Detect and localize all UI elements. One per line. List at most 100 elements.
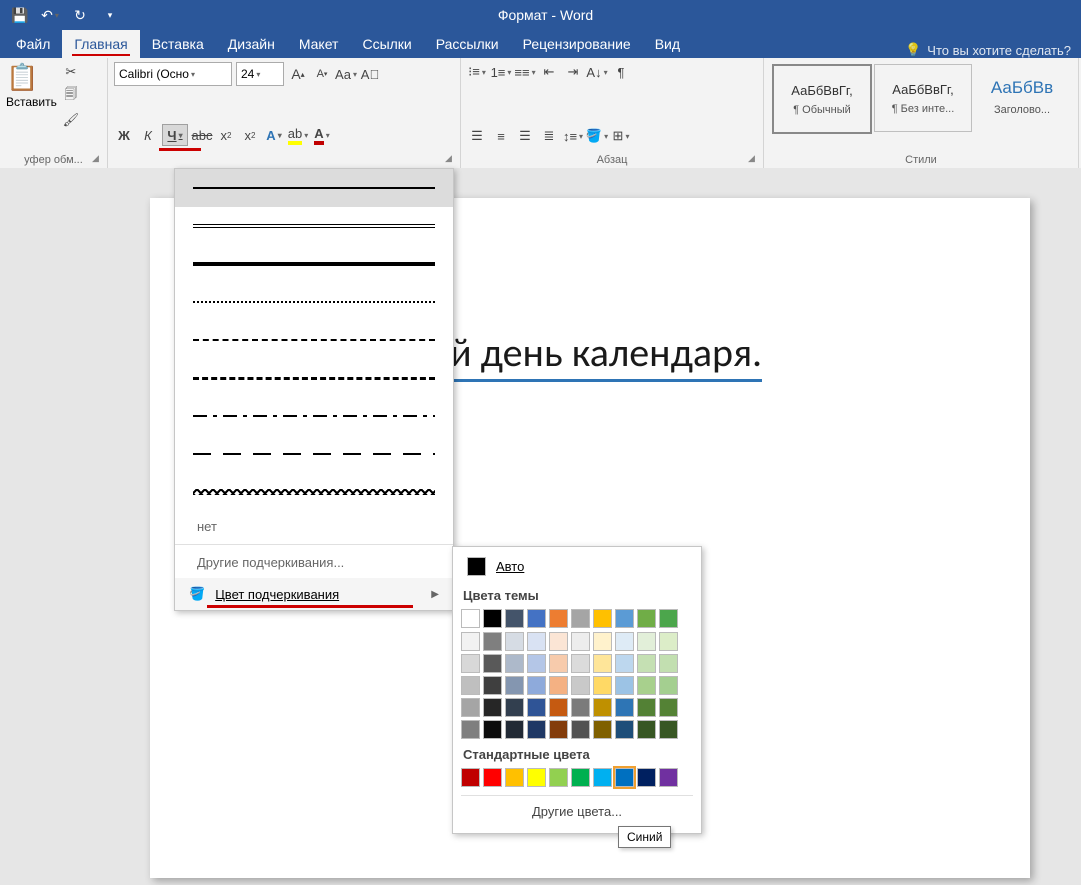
color-swatch[interactable] (615, 698, 634, 717)
color-swatch[interactable] (527, 720, 546, 739)
tab-home[interactable]: Главная (62, 30, 139, 58)
paragraph-dialog-launcher[interactable]: ◢ (748, 153, 760, 165)
underline-dash-short[interactable] (175, 435, 453, 473)
copy-icon[interactable]: 🗐 (61, 86, 81, 106)
change-case-icon[interactable]: Aa (336, 64, 356, 84)
tab-mailings[interactable]: Рассылки (424, 30, 511, 58)
qat-customize-icon[interactable]: ▾ (98, 3, 122, 27)
underline-button[interactable]: Ч (162, 124, 188, 146)
show-marks-icon[interactable]: ¶ (611, 62, 631, 82)
highlight-color-icon[interactable]: ab (288, 125, 308, 145)
underline-single[interactable] (175, 169, 453, 207)
color-swatch[interactable] (659, 654, 678, 673)
bullets-icon[interactable]: ⁝≡ (467, 62, 487, 82)
align-right-icon[interactable]: ☰ (515, 126, 535, 146)
color-swatch[interactable] (461, 676, 480, 695)
subscript-button[interactable]: x2 (216, 125, 236, 145)
redo-icon[interactable]: ↻ (68, 3, 92, 27)
strikethrough-button[interactable]: abc (192, 125, 212, 145)
color-swatch[interactable] (615, 632, 634, 651)
underline-wavy[interactable] (175, 473, 453, 511)
color-swatch[interactable] (549, 768, 568, 787)
font-dialog-launcher[interactable]: ◢ (445, 153, 457, 165)
multilevel-list-icon[interactable]: ≡≡ (515, 62, 535, 82)
style-no-spacing[interactable]: АаБбВвГг, ¶ Без инте... (874, 64, 972, 132)
color-swatch[interactable] (483, 632, 502, 651)
color-swatch[interactable] (571, 654, 590, 673)
color-swatch[interactable] (461, 654, 480, 673)
underline-none[interactable]: нет (175, 511, 453, 542)
color-swatch[interactable] (461, 632, 480, 651)
superscript-button[interactable]: x2 (240, 125, 260, 145)
color-swatch[interactable] (571, 720, 590, 739)
color-swatch[interactable] (615, 609, 634, 628)
tab-view[interactable]: Вид (643, 30, 692, 58)
color-swatch[interactable] (637, 654, 656, 673)
color-swatch[interactable] (571, 632, 590, 651)
line-spacing-icon[interactable]: ↕≡ (563, 126, 583, 146)
color-swatch[interactable] (637, 720, 656, 739)
underline-more[interactable]: Другие подчеркивания... (175, 547, 453, 578)
underline-dotted[interactable] (175, 283, 453, 321)
clear-formatting-icon[interactable]: A⃠ (360, 64, 380, 84)
color-swatch[interactable] (483, 720, 502, 739)
grow-font-icon[interactable]: A▴ (288, 64, 308, 84)
color-swatch[interactable] (505, 698, 524, 717)
color-swatch[interactable] (549, 720, 568, 739)
align-left-icon[interactable]: ☰ (467, 126, 487, 146)
color-swatch[interactable] (527, 654, 546, 673)
color-swatch[interactable] (593, 720, 612, 739)
color-swatch[interactable] (637, 698, 656, 717)
color-swatch[interactable] (461, 768, 480, 787)
color-swatch[interactable] (593, 609, 612, 628)
tab-review[interactable]: Рецензирование (511, 30, 643, 58)
color-swatch[interactable] (505, 654, 524, 673)
color-swatch[interactable] (527, 698, 546, 717)
increase-indent-icon[interactable]: ⇥ (563, 62, 583, 82)
shading-icon[interactable]: 🪣 (587, 126, 607, 146)
save-icon[interactable]: 💾 (8, 3, 32, 27)
color-swatch[interactable] (483, 768, 502, 787)
font-name-combo[interactable]: Calibri (Осно (114, 62, 232, 86)
font-size-combo[interactable]: 24 (236, 62, 284, 86)
color-swatch[interactable] (527, 632, 546, 651)
tab-insert[interactable]: Вставка (140, 30, 216, 58)
tell-me[interactable]: 💡 Что вы хотите сделать? (895, 42, 1081, 58)
color-swatch[interactable] (571, 698, 590, 717)
format-painter-icon[interactable]: 🖌 (61, 110, 81, 130)
color-auto[interactable]: Авто (461, 553, 693, 580)
cut-icon[interactable]: ✂ (61, 62, 81, 82)
sort-icon[interactable]: A↓ (587, 62, 607, 82)
color-swatch[interactable] (593, 768, 612, 787)
color-swatch[interactable] (659, 676, 678, 695)
color-swatch[interactable] (505, 632, 524, 651)
color-swatch[interactable] (615, 720, 634, 739)
color-swatch[interactable] (527, 768, 546, 787)
italic-button[interactable]: К (138, 125, 158, 145)
underline-dash-long[interactable] (175, 359, 453, 397)
document-text[interactable]: й день календаря. (450, 328, 762, 382)
color-swatch[interactable] (461, 609, 480, 628)
style-normal[interactable]: АаБбВвГг, ¶ Обычный (772, 64, 872, 134)
color-swatch[interactable] (593, 632, 612, 651)
color-swatch[interactable] (483, 676, 502, 695)
clipboard-dialog-launcher[interactable]: ◢ (92, 153, 104, 165)
color-swatch[interactable] (549, 698, 568, 717)
underline-dot-dash[interactable] (175, 397, 453, 435)
color-swatch[interactable] (549, 632, 568, 651)
tab-references[interactable]: Ссылки (350, 30, 423, 58)
align-center-icon[interactable]: ≡ (491, 126, 511, 146)
font-color-icon[interactable]: A (312, 125, 332, 145)
justify-icon[interactable]: ≣ (539, 126, 559, 146)
undo-icon[interactable]: ↶ (38, 3, 62, 27)
color-swatch[interactable] (615, 654, 634, 673)
style-heading1[interactable]: АаБбВв Заголово... (974, 64, 1070, 130)
color-swatch[interactable] (659, 632, 678, 651)
color-swatch[interactable] (593, 698, 612, 717)
color-swatch[interactable] (571, 768, 590, 787)
color-swatch[interactable] (483, 698, 502, 717)
color-swatch[interactable] (505, 676, 524, 695)
bold-button[interactable]: Ж (114, 125, 134, 145)
paste-button[interactable]: 📋 Вставить (6, 62, 57, 130)
color-swatch[interactable] (483, 609, 502, 628)
